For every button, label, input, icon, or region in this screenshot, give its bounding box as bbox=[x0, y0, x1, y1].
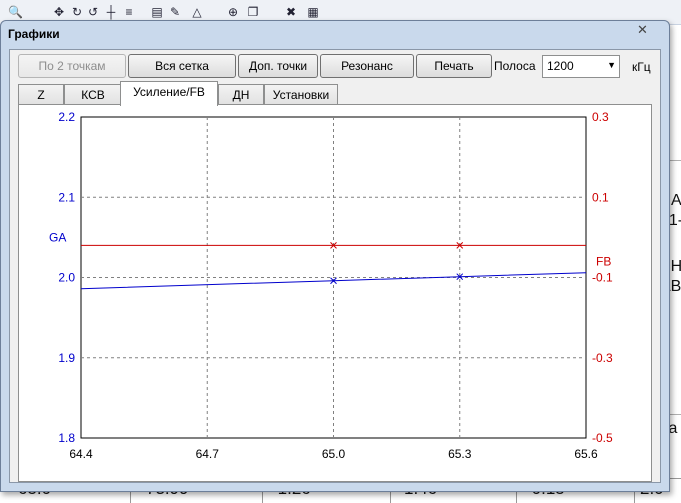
wand-icon[interactable]: ✎ bbox=[168, 5, 182, 19]
gain-fb-chart: 64.4 64.7 65.0 65.3 65.6 2.2 2.1 2.0 1.9 1.8 0.3 0.… bbox=[49, 110, 613, 461]
band-select[interactable]: 1200 ▼ bbox=[542, 55, 620, 78]
x-tick-label: 65.6 bbox=[574, 447, 598, 461]
undo-icon[interactable]: ↺ bbox=[86, 5, 100, 19]
tab-settings[interactable]: Установки bbox=[264, 84, 338, 105]
x-tick-label: 64.7 bbox=[196, 447, 220, 461]
split-icon[interactable]: ┼ bbox=[104, 5, 118, 19]
extra-points-button[interactable]: Доп. точки bbox=[238, 54, 318, 78]
tab-gain-fb[interactable]: Усиление/FB bbox=[120, 81, 218, 106]
resonance-button[interactable]: Резонанс bbox=[320, 54, 414, 78]
move-icon[interactable]: ✥ bbox=[52, 5, 66, 19]
x-tick-label: 65.3 bbox=[448, 447, 472, 461]
y-right-tick-label: 0.3 bbox=[592, 110, 609, 124]
tab-pattern[interactable]: ДН bbox=[218, 84, 264, 105]
dialog-content: По 2 точкам Вся сетка Доп. точки Резонан… bbox=[9, 49, 661, 483]
tab-swr[interactable]: КСВ bbox=[64, 84, 122, 105]
chevron-down-icon[interactable]: ▼ bbox=[607, 60, 616, 70]
triangle-icon[interactable]: △ bbox=[190, 5, 204, 19]
y-left-tick-label: 2.0 bbox=[58, 271, 75, 285]
unit-label: кГц bbox=[632, 60, 651, 74]
zoom-icon[interactable]: 🔍 bbox=[8, 5, 23, 19]
y-right-tick-label: -0.3 bbox=[592, 351, 613, 365]
band-label: Полоса bbox=[494, 59, 536, 73]
tools-icon[interactable]: ✖ bbox=[284, 5, 298, 19]
tab-z[interactable]: Z bbox=[18, 84, 64, 105]
dialog-title: Графики bbox=[8, 27, 60, 41]
y-left-tick-label: 1.8 bbox=[58, 431, 75, 445]
plot-panel: 64.4 64.7 65.0 65.3 65.6 2.2 2.1 2.0 1.9 1.8 0.3 0.… bbox=[18, 104, 652, 482]
dialog-titlebar[interactable]: Графики bbox=[1, 21, 669, 45]
calculator-icon[interactable]: ▦ bbox=[306, 5, 320, 19]
full-grid-button[interactable]: Вся сетка bbox=[128, 54, 236, 78]
y-left-axis-label: GA bbox=[49, 230, 66, 244]
rotate-icon[interactable]: ↻ bbox=[70, 5, 84, 19]
document-icon[interactable]: ▤ bbox=[150, 5, 164, 19]
copy-icon[interactable]: ❐ bbox=[246, 5, 260, 19]
y-left-tick-label: 2.1 bbox=[58, 190, 75, 204]
cut-icon[interactable]: ≡ bbox=[122, 5, 136, 19]
close-button[interactable] bbox=[628, 21, 658, 39]
y-left-tick-label: 1.9 bbox=[58, 351, 75, 365]
x-tick-label: 65.0 bbox=[322, 447, 346, 461]
y-right-axis-label: FB bbox=[596, 254, 611, 268]
y-right-tick-label: 0.1 bbox=[592, 190, 609, 204]
graphs-dialog: Графики По 2 точкам Вся сетка Доп. точки… bbox=[0, 20, 670, 492]
band-value: 1200 bbox=[547, 59, 574, 73]
y-left-tick-label: 2.2 bbox=[58, 110, 75, 124]
two-points-button[interactable]: По 2 точкам bbox=[18, 54, 126, 78]
y-right-tick-label: -0.1 bbox=[592, 271, 613, 285]
print-button[interactable]: Печать bbox=[416, 54, 492, 78]
x-tick-label: 64.4 bbox=[69, 447, 93, 461]
y-right-tick-label: -0.5 bbox=[592, 431, 613, 445]
target-icon[interactable]: ⊕ bbox=[226, 5, 240, 19]
